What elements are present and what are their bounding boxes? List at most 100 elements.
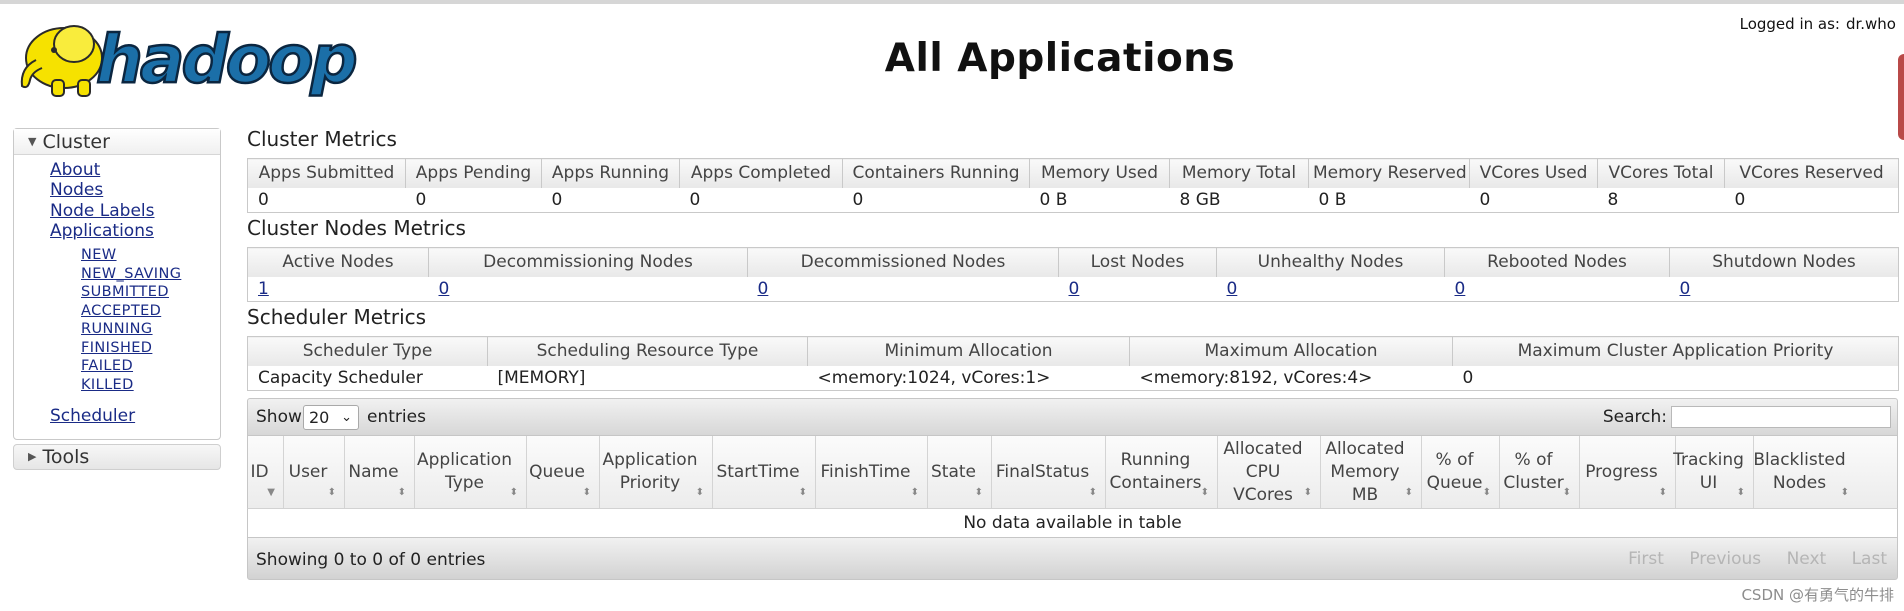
metric-header: Containers Running <box>842 158 1030 188</box>
decommissioned-nodes-link[interactable]: 0 <box>758 279 769 299</box>
sort-icon: ⬍ <box>1736 487 1745 498</box>
active-nodes-link[interactable]: 1 <box>258 279 269 299</box>
sort-icon: ⬍ <box>1840 487 1849 498</box>
login-label: Logged in as: <box>1739 15 1840 33</box>
metric-header: Maximum Allocation <box>1129 336 1453 366</box>
watermark: CSDN @有勇气的牛排 <box>1741 586 1894 604</box>
metric-header: Decommissioned Nodes <box>747 247 1059 277</box>
pager-previous[interactable]: Previous <box>1689 549 1761 569</box>
sort-icon: ⬍ <box>1088 487 1097 498</box>
column-header-percent-of-cluster[interactable]: % of Cluster ⬍ <box>1500 436 1580 508</box>
column-header-finishtime[interactable]: FinishTime ⬍ <box>816 436 928 508</box>
apps-table-toolbar: Show 20 ⌄ entries Search: <box>247 398 1898 436</box>
sort-icon: ⬍ <box>1404 487 1413 498</box>
metric-header: Decommissioning Nodes <box>428 247 748 277</box>
column-header-tracking-ui[interactable]: Tracking UI ⬍ <box>1673 436 1754 508</box>
column-header-starttime[interactable]: StartTime ⬍ <box>713 436 816 508</box>
metric-value: 0 <box>247 187 406 213</box>
metric-value: 0 <box>1469 187 1598 213</box>
column-label: Blacklisted Nodes <box>1753 450 1846 493</box>
column-header-state[interactable]: State ⬍ <box>928 436 992 508</box>
column-header-allocated-cpu-vcores[interactable]: Allocated CPU VCores ⬍ <box>1218 436 1321 508</box>
column-label: Progress <box>1585 461 1658 482</box>
cluster-metrics-title: Cluster Metrics <box>247 127 397 151</box>
column-label: FinishTime <box>820 461 911 482</box>
side-edge-tab[interactable] <box>1898 54 1904 140</box>
sort-icon: ⬍ <box>1482 487 1491 498</box>
metric-value: 0 <box>842 187 1030 213</box>
nav-applications[interactable]: Applications <box>50 221 154 241</box>
nav-state-finished[interactable]: FINISHED <box>81 340 152 356</box>
metric-value: Capacity Scheduler <box>247 365 488 391</box>
shutdown-nodes-link[interactable]: 0 <box>1680 279 1691 299</box>
column-label: Application Priority <box>602 450 698 493</box>
metric-header: VCores Total <box>1597 158 1725 188</box>
nav-tools-header[interactable]: ▶ Tools <box>13 444 221 470</box>
column-header-allocated-memory-mb[interactable]: Allocated Memory MB ⬍ <box>1321 436 1422 508</box>
metric-value: 0 <box>405 187 542 213</box>
nav-about[interactable]: About <box>50 160 100 180</box>
sort-icon: ⬍ <box>397 487 406 498</box>
pager-next[interactable]: Next <box>1787 549 1827 569</box>
node-metrics-title: Cluster Nodes Metrics <box>247 216 466 240</box>
chevron-down-icon: ⌄ <box>341 410 352 425</box>
rebooted-nodes-link[interactable]: 0 <box>1455 279 1466 299</box>
metric-header: Active Nodes <box>247 247 429 277</box>
nav-node-labels[interactable]: Node Labels <box>50 201 155 221</box>
column-header-id[interactable]: ID ▼ <box>248 436 284 508</box>
column-header-progress[interactable]: Progress ⬍ <box>1580 436 1676 508</box>
pager-last[interactable]: Last <box>1852 549 1887 569</box>
sort-icon: ⬍ <box>1562 487 1571 498</box>
nav-state-running[interactable]: RUNNING <box>81 321 153 337</box>
top-border <box>0 0 1904 4</box>
column-header-application-priority[interactable]: Application Priority ⬍ <box>600 436 713 508</box>
node-metrics-table: Active Nodes Decommissioning Nodes Decom… <box>247 247 1899 302</box>
metric-value: [MEMORY] <box>487 365 808 391</box>
column-label: Queue <box>529 461 585 482</box>
sort-icon: ⬍ <box>910 487 919 498</box>
column-header-percent-of-queue[interactable]: % of Queue ⬍ <box>1422 436 1500 508</box>
nav-tools-label: Tools <box>42 446 90 468</box>
sort-icon: ⬍ <box>327 487 336 498</box>
column-header-name[interactable]: Name ⬍ <box>345 436 415 508</box>
metric-header: Apps Submitted <box>247 158 406 188</box>
metric-header: Memory Used <box>1029 158 1170 188</box>
search-label: Search: <box>1602 407 1667 427</box>
column-label: Name <box>348 461 399 482</box>
metric-value: 0 <box>1724 187 1899 213</box>
column-header-user[interactable]: User ⬍ <box>284 436 345 508</box>
pager-first[interactable]: First <box>1628 549 1664 569</box>
metric-header: VCores Reserved <box>1724 158 1899 188</box>
column-label: ID <box>250 461 269 482</box>
scheduler-metrics-title: Scheduler Metrics <box>247 305 427 329</box>
sort-icon: ⬍ <box>509 487 518 498</box>
metric-value: 0 B <box>1308 187 1470 213</box>
collapsed-triangle-icon: ▶ <box>28 450 37 463</box>
metric-header: Maximum Cluster Application Priority <box>1452 336 1899 366</box>
nav-state-killed[interactable]: KILLED <box>81 377 134 393</box>
nav-state-accepted[interactable]: ACCEPTED <box>81 303 161 319</box>
search-input[interactable] <box>1671 406 1891 428</box>
nav-state-failed[interactable]: FAILED <box>81 358 133 374</box>
page-length-select[interactable]: 20 ⌄ <box>303 405 359 430</box>
column-header-blacklisted-nodes[interactable]: Blacklisted Nodes ⬍ <box>1753 436 1857 508</box>
column-header-queue[interactable]: Queue ⬍ <box>527 436 600 508</box>
cluster-metrics-table: Apps Submitted Apps Pending Apps Running… <box>247 158 1899 213</box>
column-header-finalstatus[interactable]: FinalStatus ⬍ <box>992 436 1106 508</box>
column-label: % of Queue <box>1426 450 1483 493</box>
nav-state-submitted[interactable]: SUBMITTED <box>81 284 169 300</box>
unhealthy-nodes-link[interactable]: 0 <box>1227 279 1238 299</box>
nav-cluster-header[interactable]: ▼ Cluster <box>14 129 220 155</box>
nav-state-new-saving[interactable]: NEW_SAVING <box>81 266 181 282</box>
lost-nodes-link[interactable]: 0 <box>1069 279 1080 299</box>
nav-state-new[interactable]: NEW <box>81 247 117 263</box>
nav-nodes[interactable]: Nodes <box>50 180 103 200</box>
nav-scheduler[interactable]: Scheduler <box>50 406 135 426</box>
show-label: Show <box>256 407 302 427</box>
column-label: % of Cluster <box>1503 450 1564 493</box>
column-label: Application Type <box>417 450 512 493</box>
column-header-running-containers[interactable]: Running Containers ⬍ <box>1106 436 1218 508</box>
column-header-application-type[interactable]: Application Type ⬍ <box>415 436 527 508</box>
decommissioning-nodes-link[interactable]: 0 <box>439 279 450 299</box>
column-label: User <box>288 461 328 482</box>
